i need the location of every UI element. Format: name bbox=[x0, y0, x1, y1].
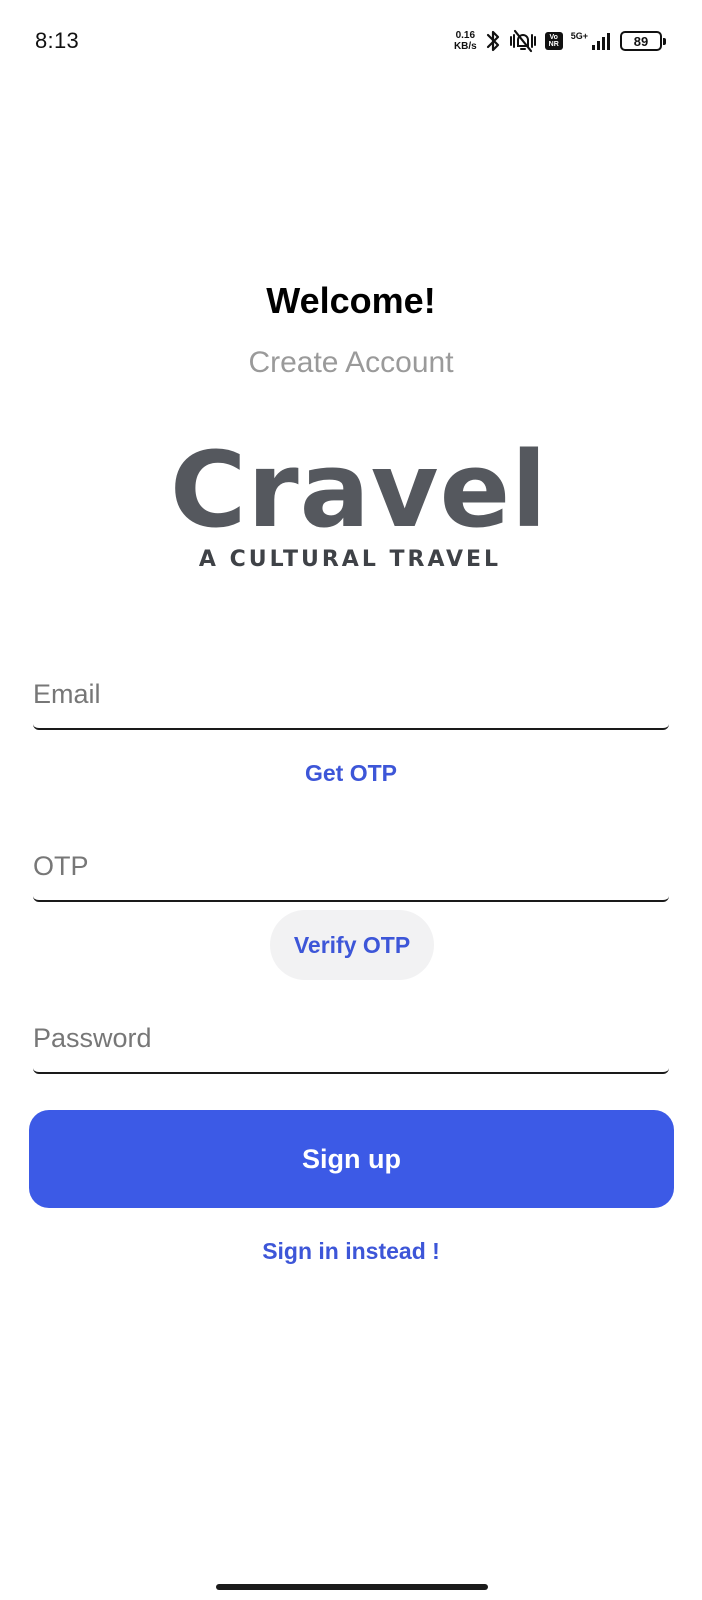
email-input[interactable] bbox=[33, 679, 669, 710]
network-speed-value: 0.16 bbox=[455, 30, 476, 41]
signal-icon: 5G+ bbox=[571, 32, 610, 50]
home-indicator[interactable] bbox=[216, 1584, 488, 1590]
network-speed: 0.16 KB/s bbox=[454, 30, 477, 52]
status-time: 8:13 bbox=[35, 28, 80, 53]
password-input[interactable] bbox=[33, 1023, 669, 1054]
password-field[interactable] bbox=[33, 1002, 669, 1074]
volte-bottom-label: NR bbox=[548, 41, 559, 48]
get-otp-button[interactable]: Get OTP bbox=[0, 760, 702, 787]
logo-wordmark: Cravel bbox=[170, 429, 548, 551]
network-type: 5G+ bbox=[570, 31, 588, 41]
network-speed-unit: KB/s bbox=[453, 41, 477, 52]
signin-instead-link[interactable]: Sign in instead ! bbox=[0, 1238, 702, 1265]
page-subtitle: Create Account bbox=[248, 346, 454, 379]
signal-bars bbox=[592, 32, 610, 50]
verify-otp-button[interactable]: Verify OTP bbox=[270, 910, 434, 980]
bluetooth-icon bbox=[485, 29, 501, 53]
logo-tagline: A CULTURAL TRAVEL bbox=[198, 547, 502, 572]
email-field[interactable] bbox=[33, 658, 669, 730]
vibrate-mute-icon bbox=[509, 28, 537, 54]
status-icons: 0.16 KB/s Vo NR 5G+ 89 bbox=[454, 24, 666, 58]
volte-top-label: Vo bbox=[549, 34, 558, 41]
otp-field[interactable] bbox=[33, 830, 669, 902]
signup-button[interactable]: Sign up bbox=[29, 1110, 674, 1208]
page-title: Welcome! bbox=[266, 280, 436, 321]
battery-level: 89 bbox=[633, 33, 649, 49]
app-logo: Cravel A CULTURAL TRAVEL bbox=[170, 429, 548, 588]
battery-icon: 89 bbox=[620, 31, 666, 51]
status-bar: 8:13 0.16 KB/s Vo NR 5G+ 89 bbox=[0, 0, 702, 86]
signup-screen: 8:13 0.16 KB/s Vo NR 5G+ 89 Welcome! Cre… bbox=[0, 0, 702, 1600]
volte-icon: Vo NR bbox=[544, 32, 563, 50]
otp-input[interactable] bbox=[33, 851, 669, 882]
